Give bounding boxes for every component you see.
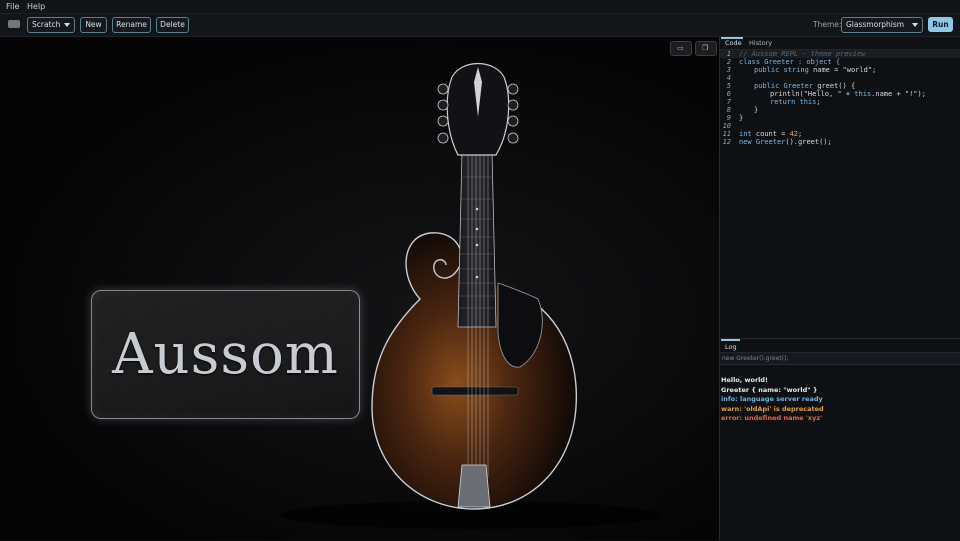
- editor-tabs: Code History: [720, 37, 960, 50]
- line-number: 1: [726, 50, 731, 58]
- line-number: 8: [726, 106, 731, 114]
- log-line: Greeter { name: "world" }: [721, 386, 818, 394]
- glass-card-title: Aussom: [112, 322, 339, 387]
- chevron-down-icon: [64, 23, 70, 27]
- preview-stage: ▭ ❐ Aussom: [0, 37, 719, 540]
- menu-help[interactable]: Help: [27, 2, 45, 11]
- line-number: 2: [726, 58, 731, 66]
- log-line: warn: 'oldApi' is deprecated: [721, 405, 824, 413]
- code-line: }: [739, 114, 744, 122]
- theme-select[interactable]: Glassmorphism: [841, 17, 923, 33]
- chevron-down-icon: [912, 23, 918, 27]
- tab-history[interactable]: History: [749, 39, 772, 47]
- delete-button[interactable]: Delete: [156, 17, 189, 33]
- glass-card: Aussom: [91, 290, 360, 419]
- repl-input-value: new Greeter().greet();: [722, 355, 789, 362]
- scratch-select[interactable]: Scratch: [27, 17, 75, 33]
- theme-label: Theme:: [813, 20, 842, 29]
- new-button[interactable]: New: [80, 17, 107, 33]
- right-panel: Code History 1 // Aussom REPL - theme pre…: [720, 37, 960, 541]
- line-number: 7: [726, 98, 731, 106]
- line-number: 3: [726, 66, 731, 74]
- log-panel: Log new Greeter().greet(); Hello, world!…: [720, 338, 960, 541]
- log-line: info: language server ready: [721, 395, 823, 403]
- code-line: public Greeter greet() {: [754, 82, 856, 90]
- theme-select-value: Glassmorphism: [846, 20, 905, 29]
- line-number: 9: [726, 114, 731, 122]
- code-line: class Greeter : object {: [739, 58, 841, 66]
- tab-log[interactable]: Log: [725, 343, 737, 351]
- run-button[interactable]: Run: [928, 17, 953, 32]
- code-line: println("Hello, " + this.name + "!");: [770, 90, 926, 98]
- line-number: 11: [722, 130, 731, 138]
- active-tab-indicator: [721, 339, 740, 341]
- menu-bar: File Help: [0, 0, 960, 14]
- code-line: return this;: [770, 98, 821, 106]
- code-line: int count = 42;: [739, 130, 803, 138]
- line-number: 12: [722, 138, 731, 146]
- log-line: Hello, world!: [721, 376, 769, 384]
- mandolin-illustration: [280, 63, 660, 529]
- rename-button[interactable]: Rename: [112, 17, 151, 33]
- log-line: error: undefined name 'xyz': [721, 414, 823, 422]
- app-logo-icon: [8, 20, 20, 28]
- code-line: new Greeter().greet();: [739, 138, 832, 146]
- toolbar: Scratch New Rename Delete Theme: Glassmo…: [0, 14, 960, 37]
- code-line: // Aussom REPL - theme preview: [739, 50, 866, 58]
- scratch-select-value: Scratch: [32, 20, 61, 29]
- code-line: public string name = "world";: [754, 66, 877, 74]
- log-tabs: Log: [720, 339, 960, 353]
- tab-code[interactable]: Code: [725, 39, 742, 47]
- repl-input[interactable]: new Greeter().greet();: [720, 353, 960, 365]
- line-number: 4: [726, 74, 731, 82]
- line-number: 5: [726, 82, 731, 90]
- code-editor[interactable]: 1 // Aussom REPL - theme preview 2 class G…: [720, 50, 960, 338]
- code-line: }: [754, 106, 759, 114]
- menu-file[interactable]: File: [6, 2, 19, 11]
- line-number: 10: [722, 122, 731, 130]
- line-number: 6: [726, 90, 731, 98]
